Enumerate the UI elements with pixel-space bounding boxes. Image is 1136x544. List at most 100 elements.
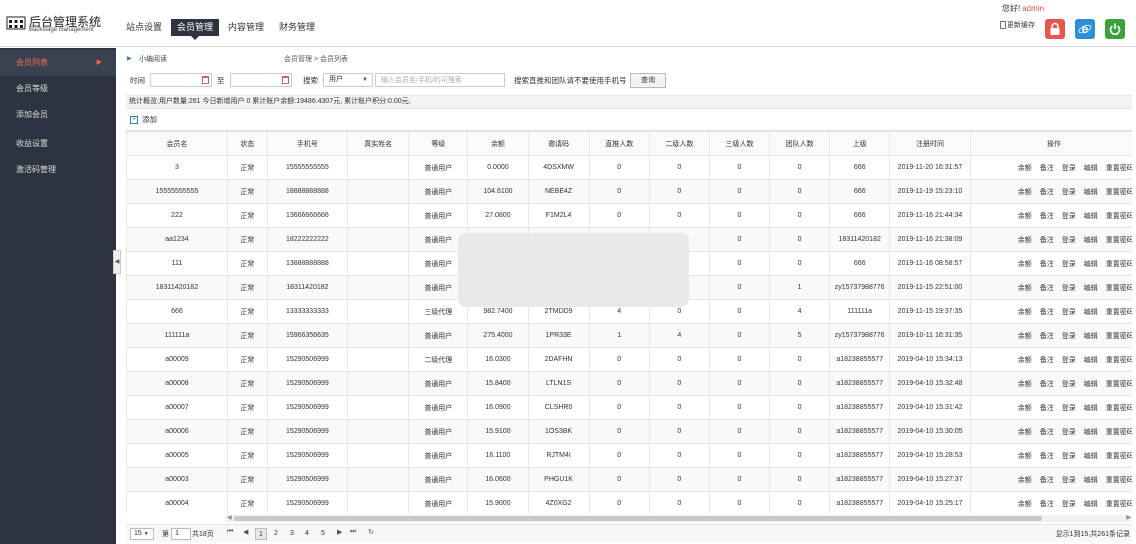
login-action-link[interactable]: 登录 [1062, 213, 1076, 220]
login-action-link[interactable]: 登录 [1062, 189, 1076, 196]
balance-action-link[interactable]: 余额 [1018, 285, 1032, 292]
reset-password-action-link[interactable]: 重置密码 [1106, 189, 1132, 196]
balance-action-link[interactable]: 余额 [1018, 453, 1032, 460]
reset-password-action-link[interactable]: 重置密码 [1106, 333, 1132, 340]
login-action-link[interactable]: 登录 [1062, 285, 1076, 292]
note-action-link[interactable]: 备注 [1040, 309, 1054, 316]
horizontal-scrollbar[interactable]: ◀ ▶ [226, 515, 1132, 522]
edit-action-link[interactable]: 编辑 [1084, 357, 1098, 364]
sidebar-item-member-level[interactable]: 会员等级 [0, 76, 116, 102]
page-link-5[interactable]: 5 [317, 528, 329, 540]
note-action-link[interactable]: 备注 [1040, 261, 1054, 268]
logout-button[interactable] [1105, 19, 1125, 39]
balance-action-link[interactable]: 余额 [1018, 381, 1032, 388]
last-page-icon[interactable]: ⏭ [350, 528, 356, 536]
login-action-link[interactable]: 登录 [1062, 477, 1076, 484]
note-action-link[interactable]: 备注 [1040, 165, 1054, 172]
nav-content-management[interactable]: 内容管理 [222, 19, 270, 36]
login-action-link[interactable]: 登录 [1062, 165, 1076, 172]
sidebar-item-member-list[interactable]: 会员列表 ▶ [0, 50, 116, 76]
edit-action-link[interactable]: 编辑 [1084, 213, 1098, 220]
first-page-icon[interactable]: ⏮ [227, 528, 233, 536]
balance-action-link[interactable]: 余额 [1018, 237, 1032, 244]
login-action-link[interactable]: 登录 [1062, 381, 1076, 388]
login-action-link[interactable]: 登录 [1062, 333, 1076, 340]
reset-password-action-link[interactable]: 重置密码 [1106, 285, 1132, 292]
page-link-4[interactable]: 4 [301, 528, 313, 540]
edit-action-link[interactable]: 编辑 [1084, 405, 1098, 412]
login-action-link[interactable]: 登录 [1062, 405, 1076, 412]
login-action-link[interactable]: 登录 [1062, 357, 1076, 364]
scroll-left-icon[interactable]: ◀ [227, 514, 232, 521]
page-link-1[interactable]: 1 [255, 528, 267, 540]
add-member-button[interactable]: + 添加 [130, 114, 157, 125]
nav-member-management[interactable]: 会员管理 [171, 19, 220, 40]
edit-action-link[interactable]: 编辑 [1084, 453, 1098, 460]
end-date-input[interactable] [230, 73, 292, 87]
edit-action-link[interactable]: 编辑 [1084, 333, 1098, 340]
start-date-input[interactable] [150, 73, 212, 87]
balance-action-link[interactable]: 余额 [1018, 333, 1032, 340]
editor-read-link[interactable]: 小编阅读 [139, 54, 167, 64]
query-button[interactable]: 查询 [630, 73, 666, 88]
reset-password-action-link[interactable]: 重置密码 [1106, 165, 1132, 172]
note-action-link[interactable]: 备注 [1040, 477, 1054, 484]
edit-action-link[interactable]: 编辑 [1084, 261, 1098, 268]
edit-action-link[interactable]: 编辑 [1084, 285, 1098, 292]
balance-action-link[interactable]: 余额 [1018, 261, 1032, 268]
refresh-icon[interactable]: ↻ [368, 528, 374, 536]
search-type-select[interactable]: 用户 ▼ [323, 73, 373, 87]
reset-password-action-link[interactable]: 重置密码 [1106, 213, 1132, 220]
reset-password-action-link[interactable]: 重置密码 [1106, 429, 1132, 436]
balance-action-link[interactable]: 余额 [1018, 477, 1032, 484]
note-action-link[interactable]: 备注 [1040, 285, 1054, 292]
login-action-link[interactable]: 登录 [1062, 261, 1076, 268]
nav-finance-management[interactable]: 财务管理 [273, 19, 321, 36]
edit-action-link[interactable]: 编辑 [1084, 381, 1098, 388]
sidebar-item-earnings-settings[interactable]: 收益设置 [0, 131, 116, 157]
note-action-link[interactable]: 备注 [1040, 453, 1054, 460]
login-action-link[interactable]: 登录 [1062, 309, 1076, 316]
reset-password-action-link[interactable]: 重置密码 [1106, 453, 1132, 460]
nav-site-settings[interactable]: 站点设置 [120, 19, 168, 36]
balance-action-link[interactable]: 余额 [1018, 405, 1032, 412]
page-number-input[interactable]: 1 [171, 528, 191, 540]
balance-action-link[interactable]: 余额 [1018, 357, 1032, 364]
reset-password-action-link[interactable]: 重置密码 [1106, 477, 1132, 484]
reset-password-action-link[interactable]: 重置密码 [1106, 501, 1132, 508]
note-action-link[interactable]: 备注 [1040, 429, 1054, 436]
reset-password-action-link[interactable]: 重置密码 [1106, 357, 1132, 364]
browser-button[interactable]: e [1075, 19, 1095, 39]
note-action-link[interactable]: 备注 [1040, 381, 1054, 388]
login-action-link[interactable]: 登录 [1062, 501, 1076, 508]
lock-button[interactable] [1045, 19, 1065, 39]
username-link[interactable]: admin [1022, 4, 1044, 13]
edit-action-link[interactable]: 编辑 [1084, 189, 1098, 196]
search-input[interactable] [375, 73, 505, 87]
balance-action-link[interactable]: 余额 [1018, 213, 1032, 220]
prev-page-icon[interactable]: ◀ [243, 528, 248, 536]
edit-action-link[interactable]: 编辑 [1084, 429, 1098, 436]
edit-action-link[interactable]: 编辑 [1084, 477, 1098, 484]
page-link-2[interactable]: 2 [270, 528, 282, 540]
app-logo[interactable]: 后台管理系统 Backstage management [6, 13, 106, 35]
reset-password-action-link[interactable]: 重置密码 [1106, 381, 1132, 388]
login-action-link[interactable]: 登录 [1062, 453, 1076, 460]
sidebar-collapse-toggle[interactable]: ◀ [113, 250, 121, 274]
edit-action-link[interactable]: 编辑 [1084, 501, 1098, 508]
balance-action-link[interactable]: 余额 [1018, 165, 1032, 172]
next-page-icon[interactable]: ▶ [337, 528, 342, 536]
login-action-link[interactable]: 登录 [1062, 429, 1076, 436]
balance-action-link[interactable]: 余额 [1018, 501, 1032, 508]
edit-action-link[interactable]: 编辑 [1084, 309, 1098, 316]
balance-action-link[interactable]: 余额 [1018, 429, 1032, 436]
reset-password-action-link[interactable]: 重置密码 [1106, 237, 1132, 244]
balance-action-link[interactable]: 余额 [1018, 309, 1032, 316]
note-action-link[interactable]: 备注 [1040, 189, 1054, 196]
sidebar-item-activation-code[interactable]: 激活码管理 [0, 157, 116, 183]
note-action-link[interactable]: 备注 [1040, 357, 1054, 364]
note-action-link[interactable]: 备注 [1040, 405, 1054, 412]
login-action-link[interactable]: 登录 [1062, 237, 1076, 244]
sidebar-item-add-member[interactable]: 添加会员 [0, 102, 116, 128]
reset-password-action-link[interactable]: 重置密码 [1106, 261, 1132, 268]
